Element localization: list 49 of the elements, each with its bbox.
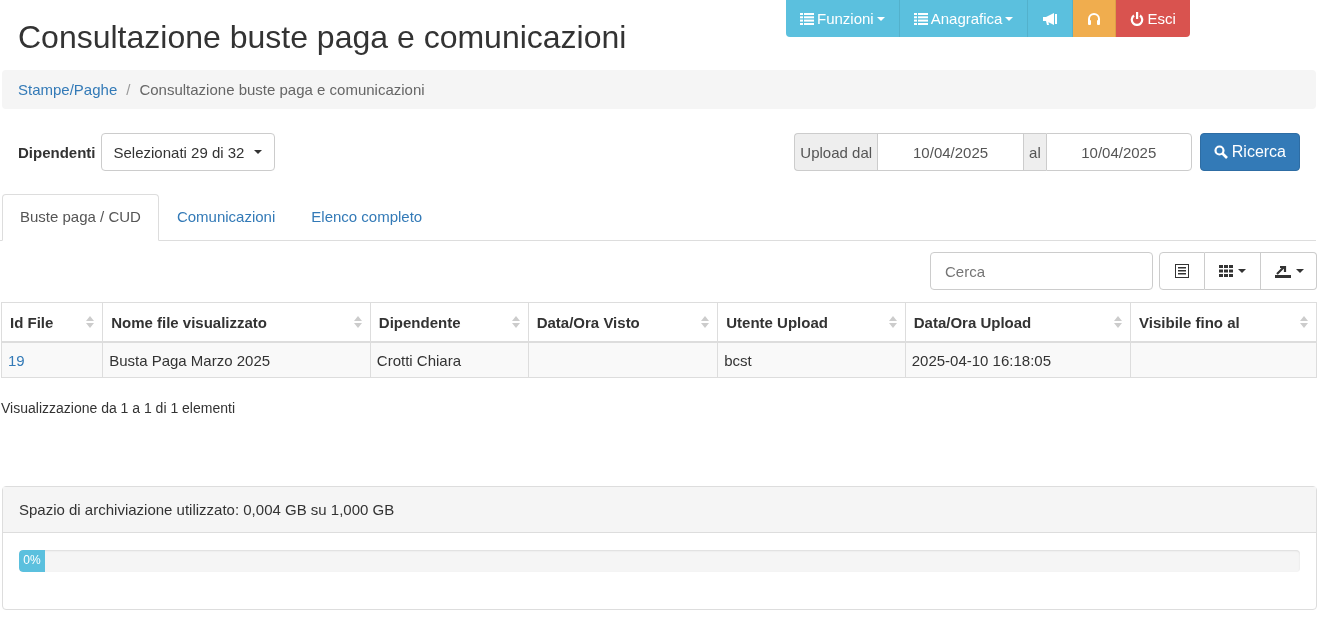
table-cell: bcst [717, 342, 906, 378]
table-cell: Crotti Chiara [370, 342, 529, 378]
table-cell: 2025-04-10 16:18:05 [905, 342, 1131, 378]
input-addon: al [1023, 133, 1046, 171]
caret-icon [1296, 269, 1304, 273]
sort-icon [511, 315, 520, 329]
sort-icon [701, 315, 710, 329]
panel-heading: Spazio di archiviazione utilizzato: 0,004 GB su 1,000 GB [3, 487, 1316, 533]
export-button[interactable] [1261, 252, 1317, 290]
page-title: Consultazione buste paga e comunicazioni [18, 18, 627, 56]
table-cell: Busta Paga Marzo 2025 [102, 342, 371, 378]
date-field[interactable]: 10/04/2025 [1045, 133, 1192, 171]
sort-icon [888, 315, 897, 329]
list-icon [1175, 264, 1189, 278]
caret-icon [1238, 269, 1246, 273]
list-icon [913, 12, 928, 25]
grid-icon [1219, 265, 1233, 277]
search-button[interactable]: Ricerca [1199, 133, 1300, 171]
sort-icon [1114, 315, 1123, 329]
caret-icon [254, 150, 263, 154]
progress-bar: 0% [19, 550, 45, 572]
caret-icon [876, 16, 885, 21]
sort-icon [1300, 315, 1308, 329]
list-icon [800, 12, 814, 25]
breadcrumb-current: Consultazione buste paga e comunicazioni [139, 81, 425, 98]
search-icon [1213, 145, 1228, 159]
input-addon: Upload dal [794, 133, 878, 171]
export-icon [1275, 264, 1291, 278]
toggle-view-button[interactable] [1159, 252, 1205, 290]
tab[interactable]: Buste paga / CUD [2, 194, 159, 241]
headphones-icon [1087, 11, 1102, 26]
employee-dropdown[interactable]: Selezionati 29 di 32 [100, 133, 276, 171]
icon-button[interactable] [1073, 0, 1117, 37]
tab[interactable]: Elenco completo [293, 194, 441, 241]
filter-label: Dipendenti [18, 143, 96, 161]
table-info: Visualizzazione da 1 a 1 di 1 elementi [0, 400, 236, 418]
logout-button[interactable]: Esci [1116, 0, 1190, 37]
tab[interactable]: Comunicazioni [158, 194, 294, 241]
date-field[interactable]: 10/04/2025 [877, 133, 1024, 171]
caret-icon [1005, 16, 1014, 21]
megaphone-icon [1042, 12, 1059, 25]
search-field[interactable]: Cerca [930, 252, 1153, 290]
file-id-link[interactable]: 19 [8, 351, 25, 369]
breadcrumb-separator: / [125, 81, 132, 98]
sort-icon [353, 315, 362, 329]
breadcrumb-link[interactable]: Stampe/Paghe [18, 81, 118, 98]
columns-button[interactable] [1205, 252, 1261, 290]
sort-icon [86, 315, 95, 329]
power-icon [1130, 11, 1145, 26]
